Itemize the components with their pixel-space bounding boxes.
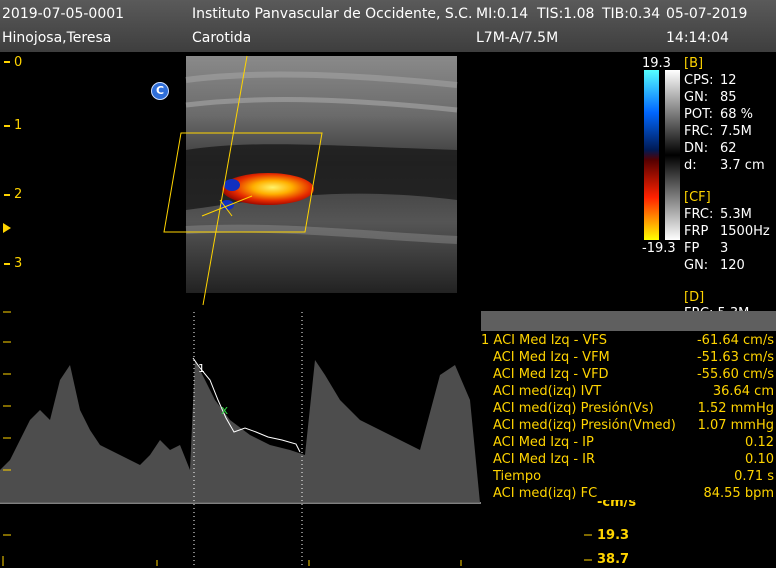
- b-param-value: 85: [720, 90, 737, 105]
- measurement-row[interactable]: ACI Med Izq - IP 0.12: [481, 435, 776, 452]
- measurement-row[interactable]: ACI Med Izq - IR 0.10: [481, 452, 776, 469]
- b-param-key: FRC:: [684, 124, 714, 139]
- cf-param-key: GN:: [684, 258, 709, 273]
- spectral-scale-partial: -cm/s: [597, 500, 637, 510]
- measurement-row[interactable]: Tiempo 0.71 s: [481, 469, 776, 486]
- grayscale-bar: [665, 70, 680, 240]
- trace-marker: 1: [198, 362, 205, 375]
- cf-param-value: 3: [720, 241, 729, 256]
- cf-param-key: FRC:: [684, 207, 714, 222]
- colorbar-bottom-label: -19.3: [642, 241, 676, 256]
- cf-param-value: 5.3M: [720, 207, 752, 222]
- b-param-key: d:: [684, 158, 697, 173]
- b-param-key: CPS:: [684, 73, 714, 88]
- b-param-value: 12: [720, 73, 737, 88]
- measurement-row[interactable]: ACI med(izq) IVT 36.64 cm: [481, 384, 776, 401]
- colorbar-top-label: 19.3: [642, 56, 671, 71]
- cf-param-value: 120: [720, 258, 745, 273]
- measurement-panel-header: [481, 311, 776, 331]
- b-param-value: 62: [720, 141, 737, 156]
- cf-param-key: FRP: [684, 224, 709, 239]
- b-param-value: 3.7 cm: [720, 158, 765, 173]
- caliper-marker[interactable]: x: [221, 403, 228, 417]
- cf-param-value: 1500Hz: [720, 224, 770, 239]
- measurement-row[interactable]: ACI Med Izq - VFM -51.63 cm/s: [481, 350, 776, 367]
- b-section-title: [B]: [684, 56, 704, 71]
- measurement-row[interactable]: ACI Med Izq - VFD -55.60 cm/s: [481, 367, 776, 384]
- cf-param-key: FP: [684, 241, 700, 256]
- cf-section-title: [CF]: [684, 190, 711, 205]
- b-param-key: GN:: [684, 90, 709, 105]
- spectral-scale-bottom: 38.7: [597, 552, 630, 567]
- b-param-value: 7.5M: [720, 124, 752, 139]
- d-section-title: [D]: [684, 290, 705, 305]
- b-param-key: POT:: [684, 107, 713, 122]
- color-velocity-bar: [644, 70, 659, 240]
- doppler-spectrum[interactable]: [0, 360, 480, 503]
- measurement-row[interactable]: ACI med(izq) Presión(Vs) 1.52 mmHg: [481, 401, 776, 418]
- measurement-row[interactable]: 1 ACI Med Izq - VFS -61.64 cm/s: [481, 333, 776, 350]
- measurement-panel: 1 ACI Med Izq - VFS -61.64 cm/s ACI Med I…: [481, 311, 776, 506]
- b-param-value: 68 %: [720, 107, 754, 122]
- b-param-key: DN:: [684, 141, 709, 156]
- spectral-scale-mid: 19.3: [597, 528, 630, 543]
- measurement-row[interactable]: ACI med(izq) Presión(Vmed) 1.07 mmHg: [481, 418, 776, 435]
